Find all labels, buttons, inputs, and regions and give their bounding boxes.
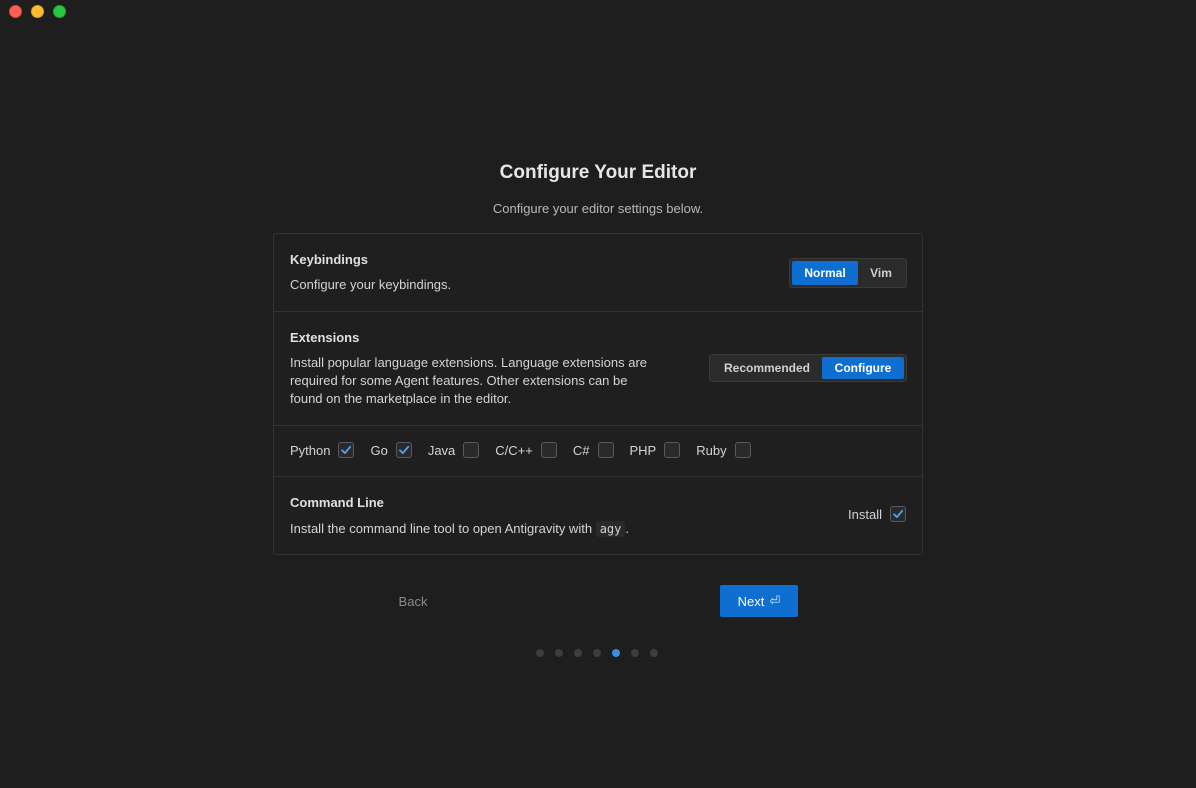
extensions-section: Extensions Install popular language exte…: [274, 312, 922, 426]
keybinding-vim-option[interactable]: Vim: [858, 261, 904, 285]
language-label: Go: [370, 442, 388, 458]
checkmark-icon: [398, 445, 409, 454]
page-title: Configure Your Editor: [499, 162, 697, 183]
php-checkbox[interactable]: [664, 442, 681, 458]
install-option: Install: [848, 506, 906, 522]
keybindings-title: Keybindings: [290, 252, 369, 267]
settings-card: Keybindings Configure your keybindings. …: [273, 233, 923, 555]
language-label: Python: [290, 442, 331, 458]
language-label: PHP: [629, 442, 657, 458]
step-dot[interactable]: [536, 649, 544, 657]
extensions-description: Install popular language extensions. Lan…: [290, 355, 648, 406]
step-dot[interactable]: [650, 649, 658, 657]
language-label: Java: [427, 442, 456, 458]
extensions-title: Extensions: [290, 330, 360, 345]
command-line-description-text: Install the command line tool to open An…: [290, 521, 593, 536]
extensions-configure-option[interactable]: Configure: [822, 357, 904, 379]
keybindings-section: Keybindings Configure your keybindings. …: [274, 234, 922, 312]
command-line-description-suffix: .: [625, 521, 629, 536]
go-checkbox[interactable]: [395, 442, 412, 458]
language-label: Ruby: [696, 442, 727, 458]
command-code: agy: [595, 521, 626, 537]
language-label: C#: [572, 442, 590, 458]
language-list: Python Go Java C/C++ C# PHP Ruby: [290, 442, 767, 458]
step-indicator: [536, 649, 658, 657]
next-button[interactable]: Next ⏎: [720, 585, 798, 617]
window-controls: [9, 5, 66, 18]
command-line-title: Command Line: [290, 495, 384, 510]
step-dot[interactable]: [593, 649, 601, 657]
checkmark-icon: [893, 509, 904, 518]
language-php: PHP: [630, 442, 681, 458]
languages-section: Python Go Java C/C++ C# PHP Ruby: [274, 426, 922, 477]
language-java: Java: [427, 442, 480, 458]
ruby-checkbox[interactable]: [734, 442, 751, 458]
language-ruby: Ruby: [696, 442, 751, 458]
step-dot[interactable]: [555, 649, 563, 657]
language-csharp: C#: [573, 442, 614, 458]
close-window-button[interactable]: [9, 5, 22, 18]
extensions-recommended-option[interactable]: Recommended: [712, 357, 822, 379]
csharp-checkbox[interactable]: [597, 442, 614, 458]
install-checkbox[interactable]: [890, 506, 906, 522]
language-go: Go: [370, 442, 412, 458]
back-button[interactable]: Back: [383, 586, 443, 616]
command-line-section: Command Line Install the command line to…: [274, 477, 922, 554]
step-dot-current[interactable]: [612, 649, 620, 657]
cpp-checkbox[interactable]: [540, 442, 557, 458]
command-line-description: Install the command line tool to open An…: [290, 520, 629, 538]
minimize-window-button[interactable]: [31, 5, 44, 18]
keybindings-description: Configure your keybindings.: [290, 277, 452, 292]
keybindings-toggle: Normal Vim: [789, 258, 907, 288]
language-cpp: C/C++: [495, 442, 557, 458]
language-python: Python: [290, 442, 355, 458]
maximize-window-button[interactable]: [53, 5, 66, 18]
step-dot[interactable]: [574, 649, 582, 657]
python-checkbox[interactable]: [338, 442, 355, 458]
java-checkbox[interactable]: [463, 442, 480, 458]
install-label: Install: [848, 506, 882, 522]
extensions-toggle: Recommended Configure: [709, 354, 907, 382]
return-icon: ⏎: [769, 593, 781, 608]
step-dot[interactable]: [631, 649, 639, 657]
language-label: C/C++: [495, 442, 533, 458]
checkmark-icon: [341, 445, 352, 454]
page-subtitle: Configure your editor settings below.: [492, 201, 704, 216]
keybinding-normal-option[interactable]: Normal: [792, 261, 858, 285]
next-button-label: Next: [737, 593, 765, 609]
